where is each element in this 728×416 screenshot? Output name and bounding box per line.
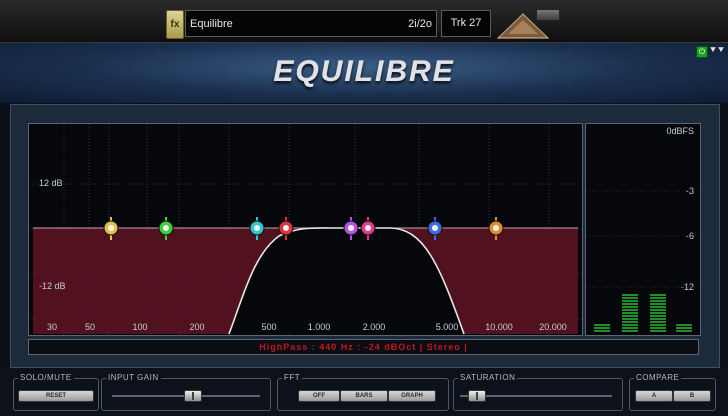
meter-bar-segment <box>622 318 638 320</box>
meter-bar-segment <box>650 330 666 332</box>
band-handle-center <box>108 225 114 231</box>
meter-bar-segment <box>676 330 692 332</box>
compare-group: COMPARE A B <box>629 373 716 411</box>
meter-label: -6 <box>686 231 694 241</box>
meter-bar-segment <box>622 303 638 305</box>
meter-bar-segment <box>622 321 638 323</box>
reset-button[interactable]: RESET <box>18 390 94 402</box>
meter-bar-segment <box>650 297 666 299</box>
input-gain-slider[interactable] <box>184 390 203 402</box>
freq-label: 20.000 <box>539 322 567 332</box>
meter-label: -3 <box>686 186 694 196</box>
meter-bar-segment <box>622 312 638 314</box>
band-handle-center <box>348 225 354 231</box>
meter-bar-segment <box>650 300 666 302</box>
meter-label: 0dBFS <box>666 126 694 136</box>
meter-bar-segment <box>650 315 666 317</box>
meter-bar-segment <box>650 321 666 323</box>
track-selector[interactable]: Trk 27 <box>441 10 491 37</box>
meter-bar-segment <box>622 324 638 326</box>
meter-bar-segment <box>594 324 610 326</box>
band-handle-center <box>283 225 289 231</box>
meter-bar-segment <box>622 315 638 317</box>
power-icon[interactable]: ⏻ <box>696 46 708 58</box>
meter-bar-segment <box>622 300 638 302</box>
meter-bar-segment <box>676 324 692 326</box>
fft-bars-button[interactable]: BARS <box>340 390 388 402</box>
meter-bar-segment <box>650 303 666 305</box>
meter-bar-segment <box>622 330 638 332</box>
meter-bar-segment <box>650 324 666 326</box>
freq-label: 2.000 <box>363 322 386 332</box>
meter-bar-segment <box>676 327 692 329</box>
input-gain-group: INPUT GAIN <box>101 373 271 411</box>
host-toolbar: fx Equilibre 2i/2o Trk 27 <box>0 0 728 43</box>
meter-bar-segment <box>622 327 638 329</box>
meter-bar-segment <box>650 294 666 296</box>
fft-label: FFT <box>282 373 303 382</box>
meter-bar-segment <box>594 330 610 332</box>
freq-label: 5.000 <box>436 322 459 332</box>
meter-bar-segment <box>622 306 638 308</box>
fft-off-button[interactable]: OFF <box>298 390 340 402</box>
fft-group: FFT OFF BARS GRAPH <box>277 373 449 411</box>
output-meter-canvas: 0dBFS-3-6-12 <box>586 126 700 332</box>
band-handle-center <box>163 225 169 231</box>
freq-label: 100 <box>132 322 147 332</box>
plugin-header: EQUILIBRE <box>0 43 728 103</box>
freq-label: 500 <box>261 322 276 332</box>
meter-bar-segment <box>650 327 666 329</box>
meter-bar-segment <box>650 318 666 320</box>
plugin-title: EQUILIBRE <box>273 55 455 88</box>
output-meter: 0dBFS -3 -6 -12 <box>585 123 701 336</box>
solo-mute-label: SOLO/MUTE <box>18 373 74 382</box>
saturation-slider[interactable] <box>467 390 486 402</box>
freq-label: 50 <box>85 322 95 332</box>
compare-b-button[interactable]: B <box>673 390 711 402</box>
freq-label: 10.000 <box>485 322 513 332</box>
compare-a-button[interactable]: A <box>635 390 673 402</box>
freq-label: 30 <box>47 322 57 332</box>
menu-icon[interactable]: ⯆⯆ <box>709 45 725 56</box>
meter-bar-segment <box>650 312 666 314</box>
eq-graph-canvas[interactable]: 12 dB -12 dB 30 50 100 200 500 1.000 2.000 5.000 1… <box>29 124 582 335</box>
meter-bar-segment <box>622 297 638 299</box>
band-handle-center <box>254 225 260 231</box>
preset-name: Equilibre <box>190 18 233 30</box>
preset-name-field[interactable]: Equilibre 2i/2o <box>185 10 437 37</box>
eq-graph[interactable]: 12 dB -12 dB 30 50 100 200 500 1.000 2.000 5.000 1… <box>28 123 583 336</box>
freq-label: 200 <box>189 322 204 332</box>
input-gain-label: INPUT GAIN <box>106 373 161 382</box>
db-label: 12 dB <box>39 178 63 188</box>
db-label: -12 dB <box>39 281 66 291</box>
saturation-label: SATURATION <box>458 373 518 382</box>
saturation-group: SATURATION <box>453 373 623 411</box>
meter-bar-segment <box>650 309 666 311</box>
meter-bar-segment <box>650 306 666 308</box>
band-status: HighPass : 440 Hz : -24 dBOct | Stereo | <box>28 339 699 355</box>
band-handle-center <box>365 225 371 231</box>
meter-bar-segment <box>622 309 638 311</box>
freq-label: 1.000 <box>308 322 331 332</box>
meter-bar-segment <box>622 294 638 296</box>
compare-label: COMPARE <box>634 373 682 382</box>
meter-bar-segment <box>594 327 610 329</box>
fft-graph-button[interactable]: GRAPH <box>388 390 436 402</box>
window-button[interactable] <box>536 9 560 21</box>
io-config: 2i/2o <box>408 18 432 30</box>
band-handle-center <box>493 225 499 231</box>
solo-mute-group: SOLO/MUTE RESET <box>13 373 99 411</box>
band-handle-center <box>432 225 438 231</box>
fx-button[interactable]: fx <box>166 10 184 39</box>
